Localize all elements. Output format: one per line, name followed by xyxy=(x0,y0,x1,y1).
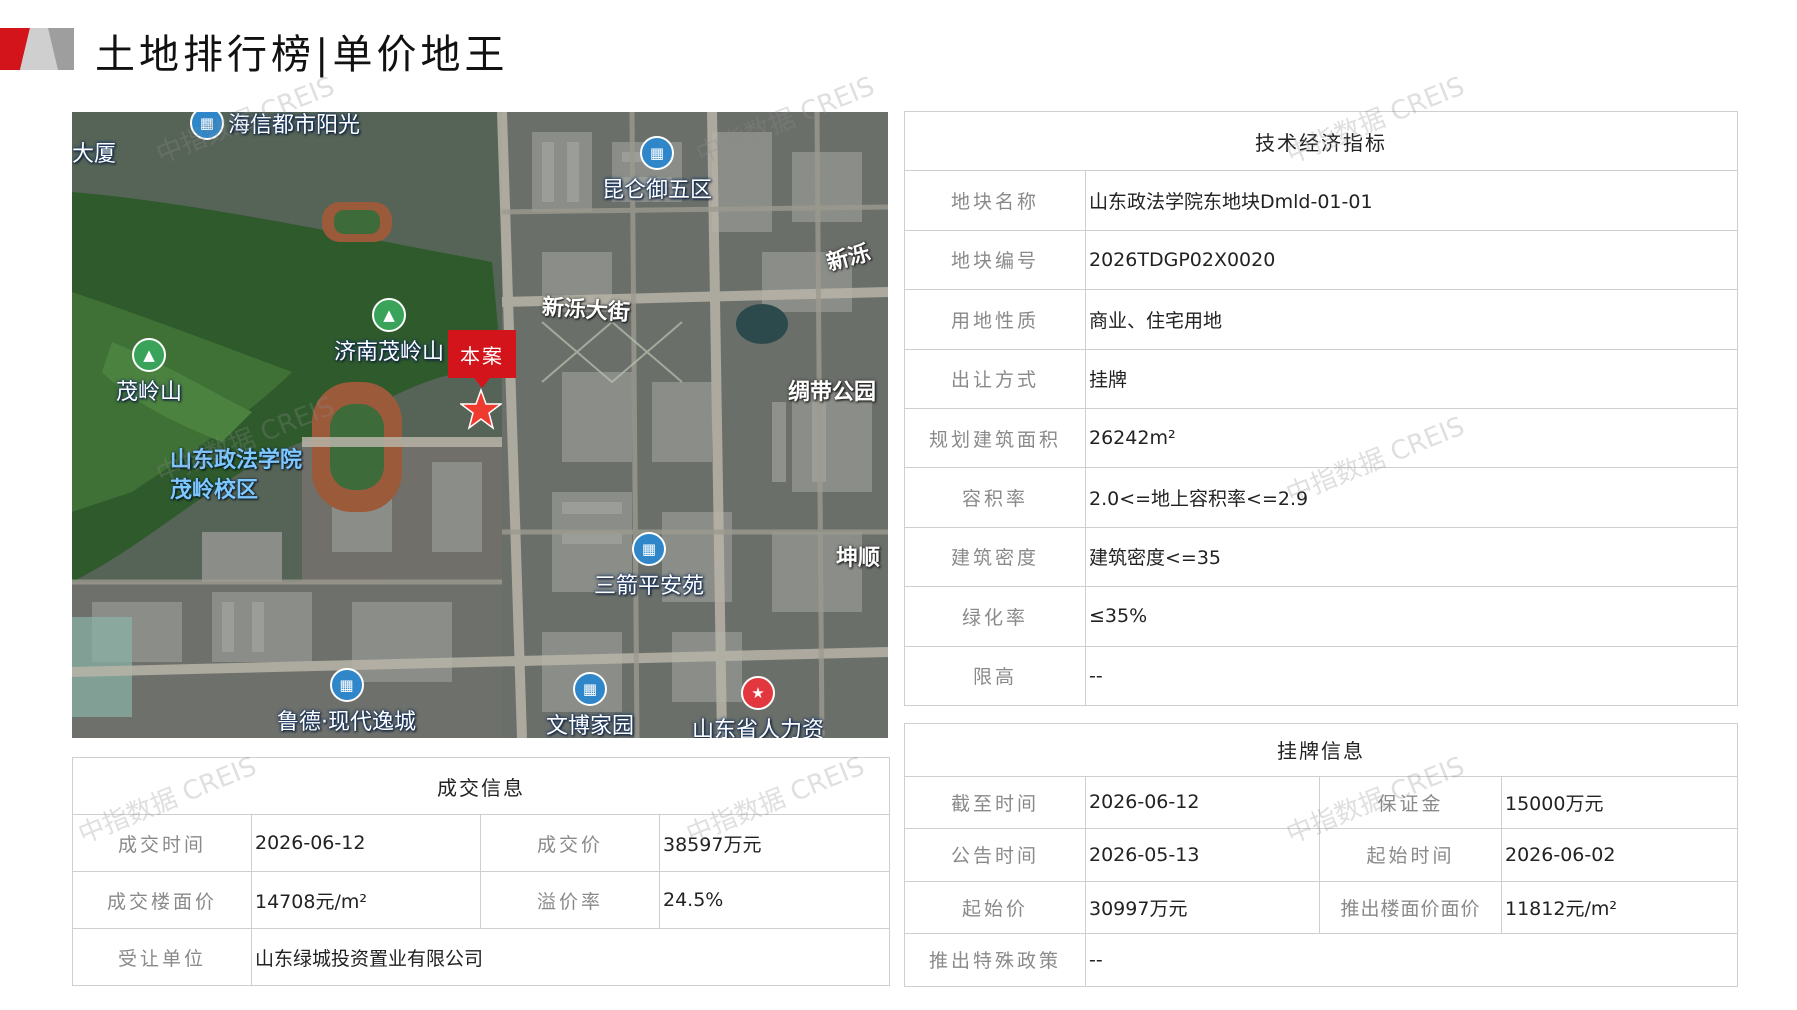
listing-floor-price-label: 推出楼面价面价 xyxy=(1319,880,1502,934)
deal-premium-label: 溢价率 xyxy=(480,871,660,929)
row-value: 2.0<=地上容积率<=2.9 xyxy=(1085,467,1738,528)
table-row: 限高 -- xyxy=(904,645,1738,706)
table-row: 规划建筑面积 26242m² xyxy=(904,407,1738,469)
poi-silk-park: 绸带公园 xyxy=(788,380,877,405)
table-row: 截至时间 2026-06-12 保证金 15000万元 xyxy=(904,775,1738,829)
table-row: 受让单位 山东绿城投资置业有限公司 xyxy=(72,928,890,986)
project-tag: 本案 xyxy=(448,330,516,388)
row-label: 出让方式 xyxy=(904,348,1086,409)
building-icon: ▦ xyxy=(632,532,666,566)
table-row: 地块编号 2026TDGP02X0020 xyxy=(904,229,1738,291)
deal-price-value: 38597万元 xyxy=(659,814,890,872)
road-label-kunshun: 坤顺 xyxy=(836,546,881,571)
listing-announce-label: 公告时间 xyxy=(904,828,1086,882)
satellite-map[interactable]: ▦ 海信都市阳光 大厦 ▦ 昆仑御五区 新泺 新泺大街 ▲ 济南茂岭山 ▲ 茂岭… xyxy=(72,112,888,738)
table-row: 地块名称 山东政法学院东地块Dmld-01-01 xyxy=(904,170,1738,231)
star-pin-icon: ★ xyxy=(741,676,775,710)
poi-edge-label: 大厦 xyxy=(72,142,117,167)
building-icon: ▦ xyxy=(573,672,607,706)
row-value: -- xyxy=(1085,645,1738,706)
deal-buyer-value: 山东绿城投资置业有限公司 xyxy=(251,928,890,986)
deal-unit-value: 14708元/m² xyxy=(251,871,481,929)
deal-table-title: 成交信息 xyxy=(72,757,890,815)
poi-sanjian[interactable]: ▦ 三箭平安苑 xyxy=(594,532,704,600)
listing-announce-value: 2026-05-13 xyxy=(1085,828,1320,882)
project-star-icon xyxy=(460,388,502,430)
listing-deposit-value: 15000万元 xyxy=(1501,775,1738,829)
header-decoration-icon xyxy=(0,28,74,70)
table-row: 容积率 2.0<=地上容积率<=2.9 xyxy=(904,467,1738,528)
row-label: 绿化率 xyxy=(904,586,1086,647)
poi-jinan-maoling[interactable]: ▲ 济南茂岭山 xyxy=(334,298,444,366)
row-label: 规划建筑面积 xyxy=(904,407,1086,469)
table-row: 公告时间 2026-05-13 起始时间 2026-06-02 xyxy=(904,828,1738,882)
mountain-icon: ▲ xyxy=(372,298,406,332)
poi-sdzr[interactable]: ★ 山东省人力资 xyxy=(692,676,824,738)
page-title: 土地排行榜|单价地王 xyxy=(95,32,509,78)
deal-time-label: 成交时间 xyxy=(72,814,252,872)
tech-table-title: 技术经济指标 xyxy=(904,110,1738,172)
row-value: 26242m² xyxy=(1085,407,1738,469)
row-value: 2026TDGP02X0020 xyxy=(1085,229,1738,291)
listing-info-table: 挂牌信息 截至时间 2026-06-12 保证金 15000万元 公告时间 20… xyxy=(904,723,1738,987)
table-row: 用地性质 商业、住宅用地 xyxy=(904,289,1738,350)
listing-deposit-label: 保证金 xyxy=(1319,775,1502,829)
poi-wenbo[interactable]: ▦ 文博家园 xyxy=(546,672,634,738)
building-icon: ▦ xyxy=(640,136,674,170)
row-label: 地块名称 xyxy=(904,170,1086,231)
deal-unit-label: 成交楼面价 xyxy=(72,871,252,929)
table-row: 成交时间 2026-06-12 成交价 38597万元 xyxy=(72,814,890,872)
listing-end-value: 2026-06-12 xyxy=(1085,775,1320,829)
row-value: 山东政法学院东地块Dmld-01-01 xyxy=(1085,170,1738,231)
area-label-sdzf: 山东政法学院茂岭校区 xyxy=(170,448,303,503)
listing-table-title: 挂牌信息 xyxy=(904,723,1738,777)
road-label-xinluo: 新泺大街 xyxy=(541,294,631,327)
row-label: 用地性质 xyxy=(904,289,1086,350)
row-label: 地块编号 xyxy=(904,229,1086,291)
table-row: 成交楼面价 14708元/m² 溢价率 24.5% xyxy=(72,871,890,929)
tech-indicators-table: 技术经济指标 地块名称 山东政法学院东地块Dmld-01-01 地块编号 202… xyxy=(904,110,1738,706)
row-value: ≤35% xyxy=(1085,586,1738,647)
table-row: 推出特殊政策 -- xyxy=(904,933,1738,987)
listing-start-price-label: 起始价 xyxy=(904,880,1086,934)
poi-luyi[interactable]: ▦ 鲁德·现代逸城 xyxy=(277,668,416,736)
listing-policy-value: -- xyxy=(1085,933,1738,987)
row-label: 建筑密度 xyxy=(904,526,1086,588)
deal-premium-value: 24.5% xyxy=(659,871,890,929)
table-row: 建筑密度 建筑密度<=35 xyxy=(904,526,1738,588)
listing-floor-price-value: 11812元/m² xyxy=(1501,880,1738,934)
poi-maoling[interactable]: ▲ 茂岭山 xyxy=(116,338,182,406)
building-icon: ▦ xyxy=(329,668,364,702)
row-value: 建筑密度<=35 xyxy=(1085,526,1738,588)
deal-time-value: 2026-06-12 xyxy=(251,814,481,872)
listing-start-time-value: 2026-06-02 xyxy=(1501,828,1738,882)
page: 土地排行榜|单价地王 ▦ 海信都市阳光 大厦 ▦ 昆仑御五区 新泺 新泺大街 ▲… xyxy=(0,0,1797,1010)
listing-end-label: 截至时间 xyxy=(904,775,1086,829)
row-label: 容积率 xyxy=(904,467,1086,528)
listing-start-time-label: 起始时间 xyxy=(1319,828,1502,882)
deal-price-label: 成交价 xyxy=(480,814,660,872)
table-row: 出让方式 挂牌 xyxy=(904,348,1738,409)
table-row: 绿化率 ≤35% xyxy=(904,586,1738,647)
row-value: 挂牌 xyxy=(1085,348,1738,409)
deal-buyer-label: 受让单位 xyxy=(72,928,252,986)
mountain-icon: ▲ xyxy=(132,338,166,372)
transaction-info-table: 成交信息 成交时间 2026-06-12 成交价 38597万元 成交楼面价 1… xyxy=(72,757,890,986)
listing-policy-label: 推出特殊政策 xyxy=(904,933,1086,987)
row-value: 商业、住宅用地 xyxy=(1085,289,1738,350)
row-label: 限高 xyxy=(904,645,1086,706)
poi-kunlun[interactable]: ▦ 昆仑御五区 xyxy=(602,136,712,204)
listing-start-price-value: 30997万元 xyxy=(1085,880,1320,934)
poi-haixin[interactable]: ▦ 海信都市阳光 xyxy=(190,112,360,140)
table-row: 起始价 30997万元 推出楼面价面价 11812元/m² xyxy=(904,880,1738,934)
building-icon: ▦ xyxy=(190,112,224,140)
